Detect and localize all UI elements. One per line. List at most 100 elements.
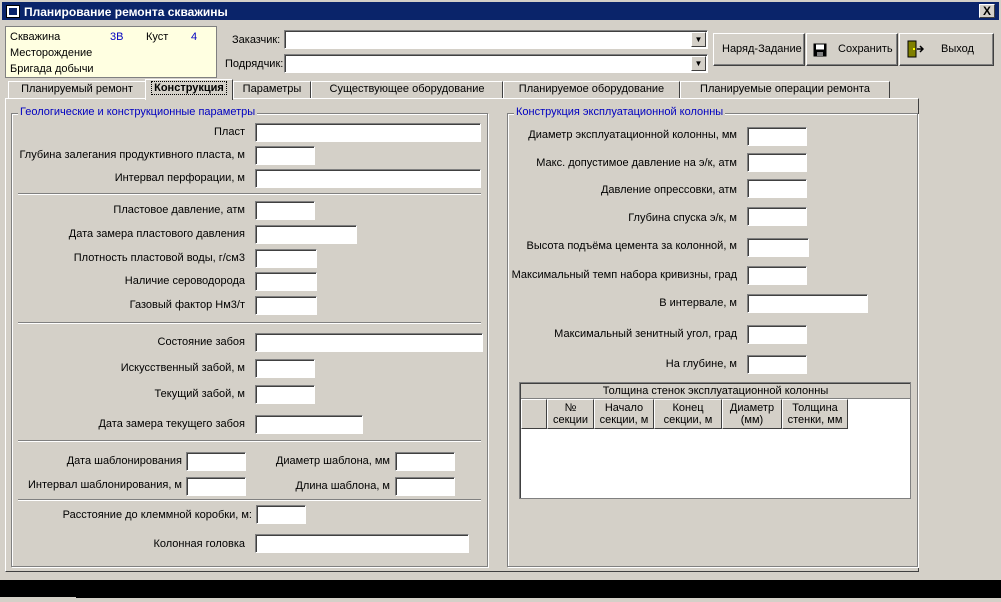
column-header-diameter[interactable]: Диаметр (мм) [722, 399, 782, 429]
pad-value: 4 [191, 31, 198, 43]
close-icon[interactable]: X [979, 4, 995, 18]
template-date-field[interactable] [186, 452, 246, 471]
window-title-bar: Планирование ремонта скважины X [0, 0, 1001, 22]
contractor-select[interactable]: ▼ [284, 54, 708, 73]
work-order-label: Наряд-Задание [722, 43, 802, 55]
divider [18, 440, 481, 442]
exit-button[interactable]: Выход [899, 33, 994, 66]
bottom-date-label: Дата замера текущего забоя [98, 418, 245, 430]
bottom-state-field[interactable] [255, 333, 483, 352]
template-length-label: Длина шаблона, м [295, 480, 390, 492]
run-depth-label: Глубина спуска э/к, м [628, 212, 737, 224]
well-label: Скважина [10, 31, 61, 43]
test-pressure-label: Давление опрессовки, атм [600, 184, 737, 196]
wall-thickness-title: Толщина стенок эксплуатационной колонны [521, 384, 910, 399]
bottom-date-field[interactable] [255, 415, 363, 434]
pressure-date-field[interactable] [255, 225, 357, 244]
chevron-down-icon[interactable]: ▼ [691, 32, 706, 47]
artificial-bottom-field[interactable] [255, 359, 315, 378]
pressure-label: Пластовое давление, атм [113, 204, 245, 216]
at-depth-field[interactable] [747, 355, 807, 374]
save-button[interactable]: Сохранить [806, 33, 898, 66]
chevron-down-icon[interactable]: ▼ [691, 56, 706, 71]
column-header-section-start[interactable]: Начало секции, м [594, 399, 654, 429]
cement-height-label: Высота подъёма цемента за колонной, м [526, 240, 737, 252]
water-density-label: Плотность пластовой воды, г/см3 [73, 252, 245, 264]
field-label: Месторождение [10, 47, 93, 59]
max-zenith-label: Максимальный зенитный угол, град [554, 328, 737, 340]
formation-label: Пласт [214, 126, 245, 138]
contractor-label: Подрядчик: [225, 58, 284, 70]
casing-construction-title: Конструкция эксплуатационной колонны [514, 106, 726, 118]
app-icon [6, 5, 20, 18]
h2s-label: Наличие сероводорода [124, 275, 245, 287]
template-interval-label: Интервал шаблонирования, м [28, 479, 182, 491]
run-depth-field[interactable] [747, 207, 807, 226]
tab-parameters[interactable]: Параметры [233, 81, 311, 98]
customer-label: Заказчик: [232, 34, 281, 46]
divider [18, 499, 481, 501]
at-depth-label: На глубине, м [665, 358, 737, 370]
template-diameter-field[interactable] [395, 452, 455, 471]
tab-planned-equipment[interactable]: Планируемое оборудование [503, 81, 680, 98]
pad-label: Куст [146, 31, 169, 43]
casing-diameter-field[interactable] [747, 127, 807, 146]
column-header-section-end[interactable]: Конец секции, м [654, 399, 722, 429]
template-date-label: Дата шаблонирования [66, 455, 182, 467]
customer-select[interactable]: ▼ [284, 30, 708, 49]
max-pressure-label: Макс. допустимое давление на э/к, атм [536, 157, 737, 169]
pressure-field[interactable] [255, 201, 315, 220]
divider [18, 193, 481, 195]
template-length-field[interactable] [395, 477, 455, 496]
perforation-field[interactable] [255, 169, 481, 188]
artificial-bottom-label: Искусственный забой, м [120, 362, 245, 374]
current-bottom-field[interactable] [255, 385, 315, 404]
template-interval-field[interactable] [186, 477, 246, 496]
tab-planned-operations[interactable]: Планируемые операции ремонта [680, 81, 890, 98]
status-bar [0, 580, 1001, 598]
max-dogleg-field[interactable] [747, 266, 807, 285]
column-header-wall-thickness[interactable]: Толщина стенки, мм [782, 399, 848, 429]
current-bottom-label: Текущий забой, м [154, 388, 245, 400]
brigade-label: Бригада добычи [10, 63, 94, 75]
formation-field[interactable] [255, 123, 481, 142]
geological-params-title: Геологические и конструкционные параметр… [18, 106, 258, 118]
perforation-label: Интервал перфорации, м [114, 172, 245, 184]
depth-field[interactable] [255, 146, 315, 165]
bottom-state-label: Состояние забоя [157, 336, 245, 348]
divider [18, 322, 481, 324]
in-interval-label: В интервале, м [659, 297, 737, 309]
wall-thickness-table[interactable]: Толщина стенок эксплуатационной колонны … [519, 382, 911, 499]
status-bar-panel [0, 597, 76, 602]
gas-factor-field[interactable] [255, 296, 317, 315]
cement-height-field[interactable] [747, 238, 809, 257]
floppy-disk-icon [813, 43, 827, 57]
exit-label: Выход [941, 43, 974, 55]
save-label: Сохранить [838, 43, 893, 55]
casing-head-label: Колонная головка [153, 538, 245, 550]
test-pressure-field[interactable] [747, 179, 807, 198]
gas-factor-label: Газовый фактор Нм3/т [129, 299, 245, 311]
casing-diameter-label: Диаметр эксплуатационной колонны, мм [528, 129, 737, 141]
h2s-field[interactable] [255, 272, 317, 291]
tab-construction[interactable]: Конструкция [145, 79, 233, 100]
column-header-section-no[interactable]: № секции [547, 399, 594, 429]
in-interval-field[interactable] [747, 294, 868, 313]
window-title: Планирование ремонта скважины [24, 5, 228, 19]
well-value: 3В [110, 31, 124, 43]
well-info-panel: Скважина 3В Куст 4 Месторождение Бригада… [5, 26, 217, 78]
row-indicator-header [521, 399, 547, 429]
casing-head-field[interactable] [255, 534, 469, 553]
depth-label: Глубина залегания продуктивного пласта, … [19, 149, 245, 161]
max-zenith-field[interactable] [747, 325, 807, 344]
max-dogleg-label: Максимальный темп набора кривизны, град [511, 269, 737, 281]
terminal-distance-field[interactable] [256, 505, 306, 524]
exit-door-icon [907, 40, 924, 58]
template-diameter-label: Диаметр шаблона, мм [275, 455, 390, 467]
max-pressure-field[interactable] [747, 153, 807, 172]
tab-planned-repair[interactable]: Планируемый ремонт [8, 81, 146, 98]
pressure-date-label: Дата замера пластового давления [68, 228, 245, 240]
water-density-field[interactable] [255, 249, 317, 268]
work-order-button[interactable]: Наряд-Задание [713, 33, 805, 66]
tab-existing-equipment[interactable]: Существующее оборудование [311, 81, 503, 98]
